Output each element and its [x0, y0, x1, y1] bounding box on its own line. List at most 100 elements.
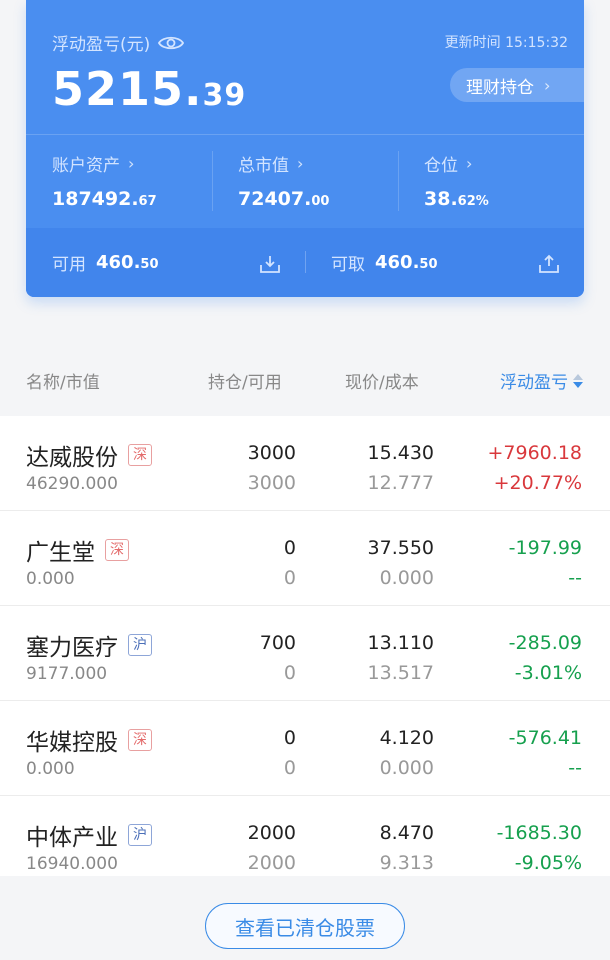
floating-pl-pct: -- — [568, 757, 582, 779]
table-header: 名称/市值 持仓/可用 现价/成本 浮动盈亏 — [0, 344, 610, 416]
stat-label-group: 账户资产 › — [52, 151, 212, 176]
stat-total-assets[interactable]: 账户资产 › 187492.67 — [26, 135, 212, 227]
available-qty: 0 — [283, 567, 296, 589]
position-qty: 0 — [283, 727, 296, 749]
available-int: 460. — [96, 252, 141, 273]
market-value: 0.000 — [26, 569, 75, 589]
stat-market-value[interactable]: 总市值 › 72407.00 — [212, 135, 398, 227]
market-tag: 深 — [128, 729, 152, 751]
chevron-right-icon: › — [544, 75, 551, 95]
download-icon[interactable] — [259, 254, 281, 274]
market-tag: 深 — [128, 444, 152, 466]
withdrawable-cash: 可取 460.50 — [305, 228, 584, 297]
withdrawable-label: 可取 — [331, 255, 365, 275]
sort-icon — [573, 373, 583, 388]
table-row[interactable]: 达威股份深 46290.000 3000 3000 15.430 12.777 +7960.… — [0, 416, 610, 511]
header-name[interactable]: 名称/市值 — [26, 368, 100, 393]
account-summary-card: 浮动盈亏(元) 更新时间 15:15:32 5215.39 理财持仓 › 账户资… — [26, 0, 584, 297]
wealth-holdings-label: 理财持仓 — [466, 77, 534, 98]
stat-label: 仓位 — [424, 156, 458, 176]
chevron-right-icon: › — [297, 154, 304, 173]
header-hold[interactable]: 持仓/可用 — [208, 368, 282, 393]
available-qty: 0 — [283, 757, 296, 779]
table-row[interactable]: 华媒控股深 0.000 0 0 4.120 0.000 -576.41 -- — [0, 701, 610, 796]
available-qty: 3000 — [247, 472, 296, 494]
current-price: 4.120 — [379, 727, 434, 749]
floating-pl: -576.41 — [508, 727, 582, 749]
stat-label-group: 总市值 › — [238, 151, 398, 176]
available-dec: 50 — [140, 257, 159, 272]
eye-icon[interactable] — [158, 34, 185, 52]
position-qty: 0 — [283, 537, 296, 559]
floating-pl-int: 5215. — [52, 62, 203, 116]
stat-label: 总市值 — [238, 156, 289, 176]
header-price[interactable]: 现价/成本 — [345, 368, 419, 393]
header-pl-label: 浮动盈亏 — [500, 373, 568, 393]
floating-pl: +7960.18 — [487, 442, 583, 464]
current-price: 13.110 — [367, 632, 434, 654]
floating-pl: -1685.30 — [496, 822, 582, 844]
stat-value-int: 38. — [424, 188, 458, 210]
stock-name: 广生堂 — [26, 540, 95, 566]
cost-price: 13.517 — [367, 662, 434, 684]
stat-value-dec: 62% — [457, 194, 489, 209]
stat-label-group: 仓位 › — [424, 151, 584, 176]
upload-icon[interactable] — [538, 254, 560, 274]
stock-name: 塞力医疗 — [26, 635, 118, 661]
market-value: 16940.000 — [26, 854, 118, 874]
floating-pl-pct: +20.77% — [493, 472, 582, 494]
available-qty: 0 — [283, 662, 296, 684]
market-value: 46290.000 — [26, 474, 118, 494]
positions-page: 浮动盈亏(元) 更新时间 15:15:32 5215.39 理财持仓 › 账户资… — [0, 0, 610, 960]
wealth-holdings-button[interactable]: 理财持仓 › — [450, 68, 584, 102]
cost-price: 0.000 — [379, 757, 434, 779]
chevron-right-icon: › — [128, 154, 135, 173]
floating-pl-pct: -9.05% — [514, 852, 582, 874]
floating-pl: -285.09 — [508, 632, 582, 654]
stat-value-int: 72407. — [238, 188, 312, 210]
position-qty: 3000 — [247, 442, 296, 464]
stock-name-group: 塞力医疗沪 — [26, 628, 152, 662]
floating-pl-dec: 39 — [202, 78, 247, 113]
update-time: 更新时间 15:15:32 — [444, 35, 568, 51]
stat-position-ratio[interactable]: 仓位 › 38.62% — [398, 135, 584, 227]
floating-pl-pct: -3.01% — [514, 662, 582, 684]
account-stats: 账户资产 › 187492.67 总市值 › 72407.00 仓位 › 38.… — [26, 134, 584, 227]
chevron-right-icon: › — [466, 154, 473, 173]
stat-value: 72407.00 — [238, 188, 398, 210]
position-qty: 2000 — [247, 822, 296, 844]
cost-price: 9.313 — [379, 852, 434, 874]
floating-pl-value: 5215.39 — [52, 64, 246, 121]
stock-name: 中体产业 — [26, 825, 118, 851]
holdings-rows: 达威股份深 46290.000 3000 3000 15.430 12.777 +7960.… — [0, 416, 610, 890]
withdrawable-dec: 50 — [419, 257, 438, 272]
market-value: 9177.000 — [26, 664, 108, 684]
stat-value: 38.62% — [424, 188, 584, 210]
market-tag: 沪 — [128, 634, 152, 656]
stock-name: 达威股份 — [26, 445, 118, 471]
holdings-table: 名称/市值 持仓/可用 现价/成本 浮动盈亏 达威股份深 46290.000 300… — [0, 344, 610, 890]
stat-label: 账户资产 — [52, 156, 120, 176]
view-cleared-stocks-button[interactable]: 查看已清仓股票 — [205, 903, 405, 949]
cost-price: 12.777 — [367, 472, 434, 494]
available-funds-row: 可用 460.50 可取 460.50 — [26, 228, 584, 297]
table-row[interactable]: 广生堂深 0.000 0 0 37.550 0.000 -197.99 -- — [0, 511, 610, 606]
available-label: 可用 — [52, 255, 86, 275]
stat-value-dec: 67 — [138, 194, 157, 209]
header-pl[interactable]: 浮动盈亏 — [500, 368, 584, 393]
table-row[interactable]: 塞力医疗沪 9177.000 700 0 13.110 13.517 -285.09 -3.0… — [0, 606, 610, 701]
market-value: 0.000 — [26, 759, 75, 779]
available-value: 460.50 — [96, 252, 159, 273]
cost-price: 0.000 — [379, 567, 434, 589]
market-tag: 沪 — [128, 824, 152, 846]
current-price: 37.550 — [367, 537, 434, 559]
position-qty: 700 — [259, 632, 296, 654]
stock-name-group: 达威股份深 — [26, 438, 152, 472]
stat-value-int: 187492. — [52, 188, 139, 210]
withdrawable-int: 460. — [375, 252, 420, 273]
footer: 查看已清仓股票 — [0, 876, 610, 960]
current-price: 8.470 — [379, 822, 434, 844]
available-cash: 可用 460.50 — [26, 228, 305, 297]
available-qty: 2000 — [247, 852, 296, 874]
stock-name-group: 广生堂深 — [26, 533, 129, 567]
